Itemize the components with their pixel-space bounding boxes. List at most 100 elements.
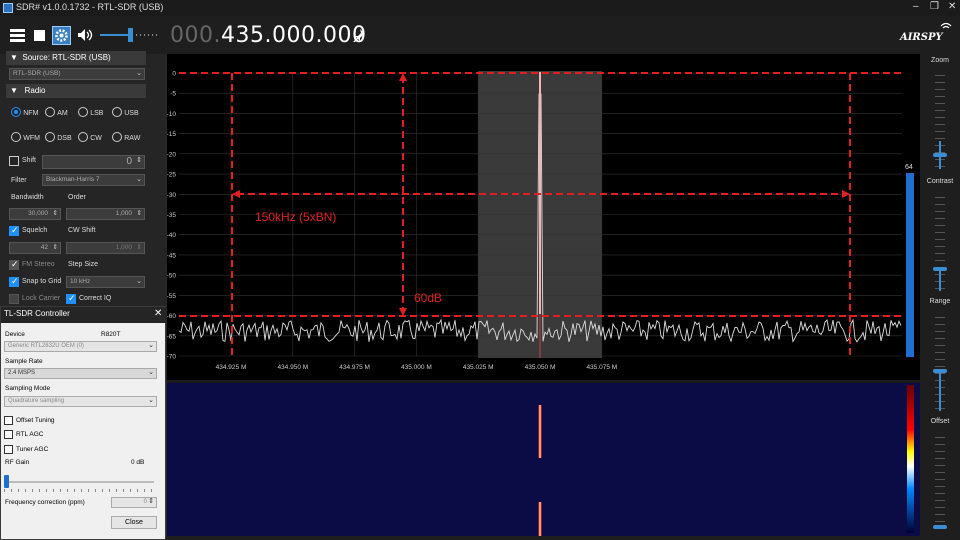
y-tick-label: -45 xyxy=(167,252,176,259)
sampling-mode-label: Sampling Mode xyxy=(5,385,51,392)
y-tick-label: -55 xyxy=(167,293,176,300)
sample-rate-select[interactable]: 2.4 MSPS ⌄ xyxy=(4,368,157,379)
y-tick-label: -60 xyxy=(167,313,176,320)
brand-logo: AIRSPY xyxy=(900,32,943,43)
source-select-value: RTL-SDR (USB) xyxy=(13,70,61,77)
toolbar: 000.435.000.000 AIRSPY xyxy=(0,16,960,54)
pin-icon[interactable] xyxy=(352,28,366,44)
mode-label: RAW xyxy=(124,135,141,142)
x-tick-label: 435.075 M xyxy=(586,364,617,371)
close-button[interactable]: ✕ xyxy=(948,1,956,12)
dialog-header: TL-SDR Controller xyxy=(1,307,167,323)
cw-shift-input[interactable]: 1,000 ⇕ xyxy=(66,242,145,254)
chevron-down-icon: ⌄ xyxy=(148,397,154,404)
filter-label: Filter xyxy=(11,177,27,184)
mode-raw[interactable]: RAW xyxy=(112,132,140,144)
y-tick-label: -15 xyxy=(167,131,176,138)
spinner-icon: ⇕ xyxy=(136,244,142,251)
frequency-prefix: 000. xyxy=(170,23,221,48)
maximize-button[interactable]: ❐ xyxy=(930,1,939,12)
source-select[interactable]: RTL-SDR (USB) ⌄ xyxy=(9,68,145,80)
contrast-slider[interactable] xyxy=(930,191,950,291)
source-section-header[interactable]: ▼ Source: RTL-SDR (USB) xyxy=(6,51,146,65)
radio-section-header[interactable]: ▼ Radio xyxy=(6,84,146,98)
hamburger-menu-icon[interactable] xyxy=(10,29,25,42)
mode-cw[interactable]: CW xyxy=(78,132,102,144)
lock-carrier-checkbox[interactable] xyxy=(9,294,19,304)
radio-button[interactable] xyxy=(45,132,55,142)
stop-icon[interactable] xyxy=(34,30,45,41)
radio-button[interactable] xyxy=(45,107,55,117)
dialog-close-icon[interactable]: ✕ xyxy=(154,308,162,319)
range-label: Range xyxy=(929,298,951,305)
zoom-label: Zoom xyxy=(931,57,949,64)
sample-rate-label: Sample Rate xyxy=(5,358,43,365)
x-tick-label: 434.950 M xyxy=(277,364,308,371)
mode-dsb[interactable]: DSB xyxy=(45,132,72,144)
settings-gear-icon[interactable] xyxy=(52,26,71,45)
snap-to-grid-checkbox[interactable] xyxy=(9,276,19,287)
mode-lsb[interactable]: LSB xyxy=(78,107,103,119)
chevron-down-icon: ⌄ xyxy=(136,278,142,285)
x-tick-label: 435.050 M xyxy=(525,364,556,371)
tuner-agc-checkbox[interactable] xyxy=(4,445,13,454)
spectrum-plot[interactable]: 0 -5 -10 -15 -20 -25 -30 -35 -40 -45 -50 -55 -60 -65 -… xyxy=(167,54,920,380)
spectrum-panel[interactable]: 0 -5 -10 -15 -20 -25 -30 -35 -40 -45 -50 -55 -60 -65 -… xyxy=(167,54,920,380)
radio-button[interactable] xyxy=(78,132,88,142)
mode-am[interactable]: AM xyxy=(45,107,68,119)
chevron-down-icon: ⌄ xyxy=(148,369,154,376)
shift-input[interactable]: 0 ⇕ xyxy=(42,155,145,169)
contrast-label: Contrast xyxy=(926,178,954,185)
squelch-label: Squelch xyxy=(22,227,48,234)
shift-label: Shift xyxy=(22,157,37,164)
minimize-button[interactable]: – xyxy=(913,1,919,12)
order-input[interactable]: 1,000 ⇕ xyxy=(66,208,145,220)
mode-usb[interactable]: USB xyxy=(112,107,139,119)
speaker-icon[interactable] xyxy=(77,28,93,44)
mode-wfm[interactable]: WFM xyxy=(11,132,40,144)
offset-slider[interactable] xyxy=(930,431,950,531)
sample-rate-value: 2.4 MSPS xyxy=(8,370,36,376)
rtl-agc-checkbox[interactable] xyxy=(4,430,13,439)
radio-button[interactable] xyxy=(78,107,88,117)
squelch-input[interactable]: 42 ⇕ xyxy=(9,242,61,254)
filter-select[interactable]: Blackman-Harris 7 ⌄ xyxy=(42,174,145,186)
order-label: Order xyxy=(68,194,86,201)
range-slider[interactable] xyxy=(930,311,950,411)
radio-button[interactable] xyxy=(11,107,21,117)
y-tick-label: -10 xyxy=(167,111,176,118)
sampling-mode-select[interactable]: Quadrature sampling ⌄ xyxy=(4,396,157,407)
zoom-slider[interactable] xyxy=(930,69,950,169)
offset-tuning-label: Offset Tuning xyxy=(16,417,55,424)
waterfall-plot[interactable] xyxy=(167,380,920,536)
fm-stereo-label: FM Stereo xyxy=(22,261,55,268)
title-bar: SDR# v1.0.0.1732 - RTL-SDR (USB) – ❐ ✕ xyxy=(0,0,960,16)
volume-slider[interactable] xyxy=(100,28,160,42)
step-size-select[interactable]: 10 kHz ⌄ xyxy=(66,276,145,288)
radio-button[interactable] xyxy=(112,132,122,142)
level-meter xyxy=(906,173,914,357)
bandwidth-input[interactable]: 30,000 ⇕ xyxy=(9,208,61,220)
fm-stereo-checkbox[interactable] xyxy=(9,259,19,270)
mode-nfm[interactable]: NFM xyxy=(11,107,38,119)
order-value: 1,000 xyxy=(115,210,132,217)
radio-button[interactable] xyxy=(112,107,122,117)
squelch-checkbox[interactable] xyxy=(9,225,19,236)
radio-button[interactable] xyxy=(11,132,21,142)
rf-gain-slider[interactable] xyxy=(4,471,154,493)
close-button[interactable]: Close xyxy=(111,516,157,529)
y-tick-label: -50 xyxy=(167,273,176,280)
waterfall-panel[interactable] xyxy=(167,380,920,536)
chevron-down-icon: ⌄ xyxy=(148,342,154,349)
y-tick-label: -65 xyxy=(167,333,176,340)
frequency-display[interactable]: 000.435.000.000 xyxy=(170,23,366,48)
bandwidth-label: Bandwidth xyxy=(11,194,44,201)
filter-value: Blackman-Harris 7 xyxy=(46,176,100,183)
shift-checkbox[interactable] xyxy=(9,156,19,166)
offset-tuning-checkbox[interactable] xyxy=(4,416,13,425)
freq-correction-input[interactable]: 0 ⇕ xyxy=(111,497,157,508)
device-select[interactable]: Generic RTL2832U OEM (0) ⌄ xyxy=(4,341,157,352)
step-size-value: 10 kHz xyxy=(70,278,91,285)
source-header-label: Source: RTL-SDR (USB) xyxy=(22,53,111,62)
correct-iq-checkbox[interactable] xyxy=(66,293,76,304)
